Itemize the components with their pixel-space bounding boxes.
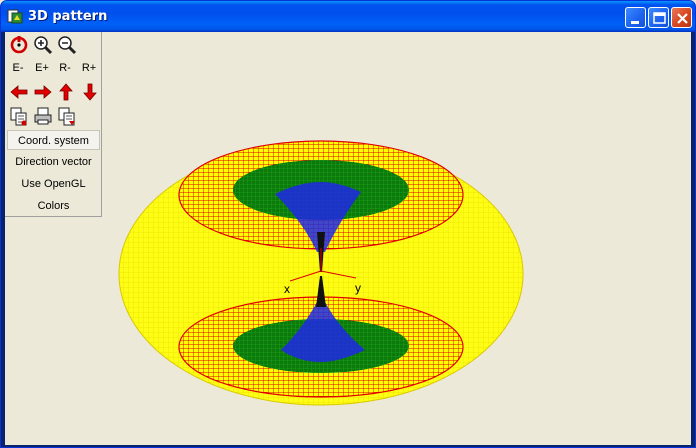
pattern-3d-plot[interactable]: x y [103, 32, 691, 445]
arrow-down-icon[interactable] [79, 81, 101, 103]
rotate-reset-icon[interactable] [8, 34, 30, 56]
close-button[interactable] [671, 7, 692, 28]
client-area: E- E+ R- R+ Coord. system Direction vect… [5, 32, 691, 445]
minimize-button[interactable] [625, 7, 646, 28]
app-icon [7, 8, 23, 24]
rotation-increase-button[interactable]: R+ [77, 59, 101, 77]
y-axis-label: y [355, 281, 361, 295]
elevation-increase-button[interactable]: E+ [30, 59, 54, 77]
close-icon [677, 13, 688, 24]
menu-coord-system[interactable]: Coord. system [7, 130, 100, 150]
maximize-button[interactable] [648, 7, 669, 28]
app-window: 3D pattern E- E+ R- R+ Coord. system Dir… [0, 0, 696, 448]
arrow-left-icon[interactable] [8, 81, 30, 103]
title-bar[interactable]: 3D pattern [1, 1, 695, 32]
zoom-out-icon[interactable] [56, 34, 78, 56]
print-icon[interactable] [32, 105, 54, 127]
minimize-icon [631, 21, 639, 24]
maximize-icon [653, 12, 666, 24]
menu-use-opengl[interactable]: Use OpenGL [7, 174, 100, 194]
tool-panel: E- E+ R- R+ Coord. system Direction vect… [5, 32, 102, 217]
window-title: 3D pattern [28, 9, 108, 24]
rotation-decrease-button[interactable]: R- [53, 59, 77, 77]
arrow-up-icon[interactable] [55, 81, 77, 103]
menu-colors[interactable]: Colors [7, 196, 100, 216]
menu-direction-vector[interactable]: Direction vector [7, 152, 100, 172]
save-image-icon[interactable] [56, 105, 78, 127]
pattern-plot-area[interactable]: x y [103, 32, 691, 445]
elevation-decrease-button[interactable]: E- [6, 59, 30, 77]
arrow-right-icon[interactable] [32, 81, 54, 103]
copy-image-icon[interactable] [8, 105, 30, 127]
x-axis-label: x [284, 282, 290, 296]
zoom-in-icon[interactable] [32, 34, 54, 56]
